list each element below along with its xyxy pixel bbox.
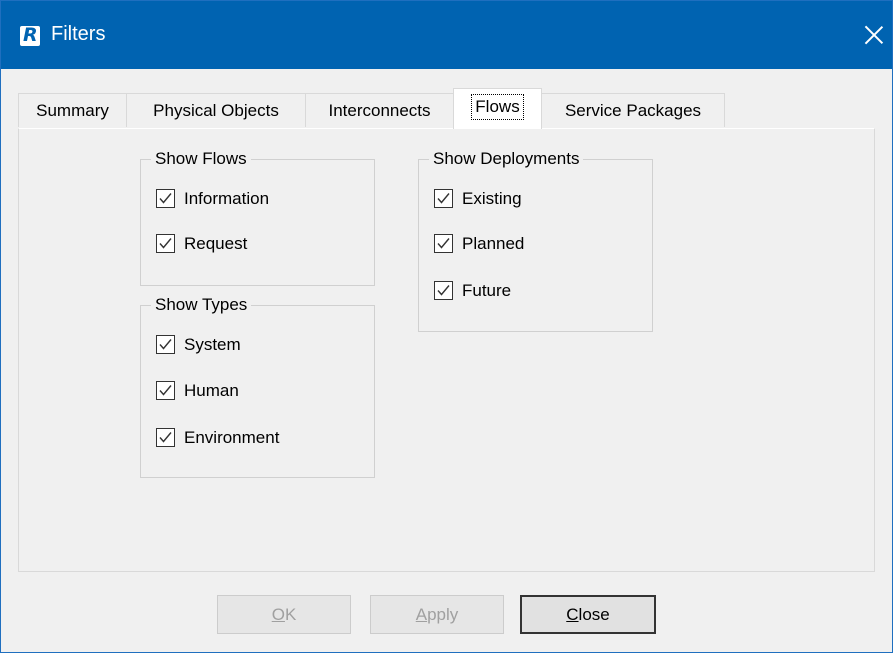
group-title: Show Deployments	[429, 150, 584, 168]
show-flows-group: Show Flows Information Request	[140, 150, 375, 286]
apply-button[interactable]: Apply	[370, 595, 504, 634]
checkbox-label: Information	[184, 189, 270, 208]
window-title: Filters	[51, 23, 106, 45]
tab-label: Service Packages	[564, 101, 702, 120]
close-icon[interactable]	[859, 19, 889, 51]
checkbox-label: Human	[184, 381, 239, 400]
planned-checkbox[interactable]	[434, 234, 453, 253]
checkbox-label: System	[184, 335, 241, 354]
future-checkbox[interactable]	[434, 281, 453, 300]
tab-label: Physical Objects	[153, 101, 279, 120]
checkbox-label: Planned	[462, 234, 525, 253]
system-checkbox[interactable]	[156, 335, 175, 354]
group-title: Show Types	[151, 296, 252, 314]
checkbox-label: Existing	[462, 189, 522, 208]
information-checkbox[interactable]	[156, 189, 175, 208]
flows-tab-panel: Show Flows Information Request Show Type…	[18, 128, 875, 572]
tab-interconnects[interactable]: Interconnects	[305, 93, 454, 127]
group-title: Show Flows	[151, 150, 251, 168]
tab-flows[interactable]: Flows	[453, 88, 542, 129]
tab-summary[interactable]: Summary	[18, 93, 127, 127]
environment-checkbox[interactable]	[156, 428, 175, 447]
ok-button[interactable]: OK	[217, 595, 351, 634]
show-deployments-group: Show Deployments Existing Planned Future	[418, 150, 653, 332]
close-button[interactable]: Close	[520, 595, 656, 634]
checkbox-label: Request	[184, 234, 248, 253]
tab-service-packages[interactable]: Service Packages	[541, 93, 725, 127]
filters-dialog: R Filters Summary Physical Objects Inter…	[0, 0, 893, 653]
title-bar: R Filters	[1, 1, 892, 69]
human-checkbox[interactable]	[156, 381, 175, 400]
show-types-group: Show Types System Human Environment	[140, 296, 375, 478]
checkbox-label: Environment	[184, 428, 280, 447]
tab-label: Interconnects	[328, 101, 431, 120]
tab-label: Summary	[36, 101, 109, 120]
app-logo-icon: R	[20, 24, 40, 46]
existing-checkbox[interactable]	[434, 189, 453, 208]
request-checkbox[interactable]	[156, 234, 175, 253]
tab-label: Flows	[471, 94, 524, 120]
checkbox-label: Future	[462, 281, 512, 300]
tab-physical-objects[interactable]: Physical Objects	[126, 93, 306, 127]
